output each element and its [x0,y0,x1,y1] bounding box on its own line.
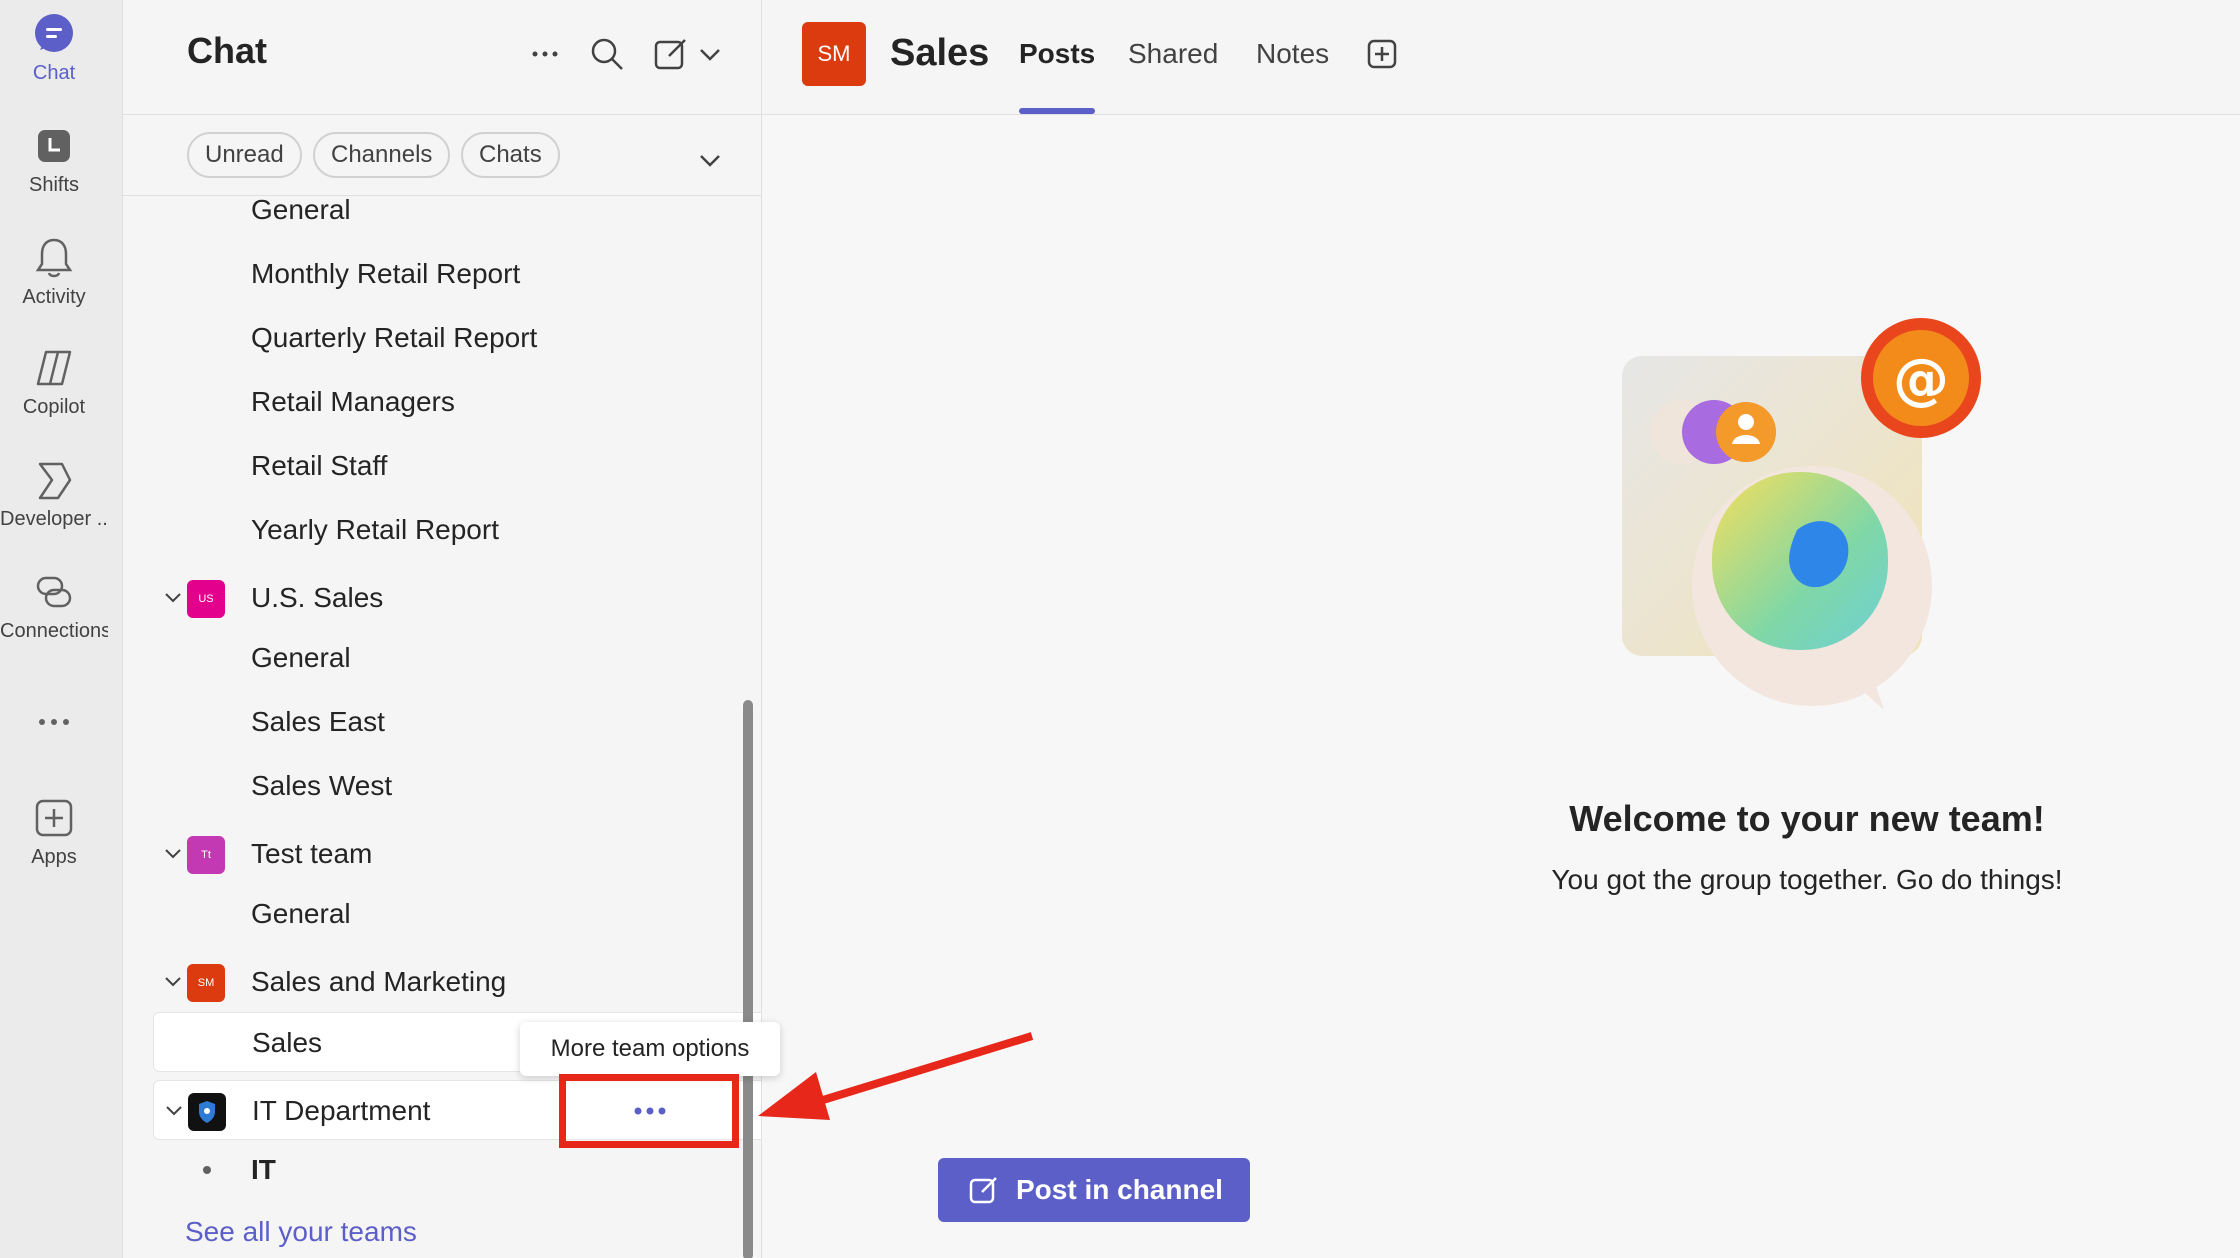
channel-name: Yearly Retail Report [251,514,499,545]
filter-expand-icon[interactable] [695,146,725,176]
active-tab-indicator [1019,108,1095,114]
pane-header: Chat [123,0,761,115]
channel-name: Sales [252,1027,323,1058]
compose-icon [969,1177,997,1204]
pane-title: Chat [187,30,267,71]
team-avatar [188,1093,226,1131]
tab-shared[interactable]: Shared [1128,38,1218,70]
channel-header: SM Sales Posts Shared Notes [762,0,2240,115]
filter-chats[interactable]: Chats [461,132,560,178]
channel-name: Sales West [251,770,393,801]
team-name: U.S. Sales [251,582,384,613]
rail-activity[interactable]: Activity [0,236,108,309]
channel-row[interactable]: Retail Managers [123,372,761,432]
chevron-down-icon[interactable] [161,586,185,610]
team-row-sales-marketing[interactable]: SM Sales and Marketing [123,952,761,1012]
rail-label-connections: Connections [0,620,108,642]
team-avatar: SM [187,964,225,1002]
search-icon[interactable] [587,34,627,74]
channel-name: IT [251,1154,276,1185]
filter-unread[interactable]: Unread [187,132,302,178]
rail-label-apps: Apps [31,846,77,868]
more-options-icon[interactable] [525,34,565,74]
annotation-arrow [758,1032,1034,1120]
channel-row[interactable]: IT [123,1140,761,1200]
chevron-down-icon[interactable] [161,842,185,866]
channel-name: Quarterly Retail Report [251,322,538,353]
channel-row[interactable]: General [123,884,761,944]
new-chat-icon[interactable] [651,34,691,74]
rail-shifts[interactable]: Shifts [0,124,108,197]
rail-label-copilot: Copilot [22,396,86,418]
scrollbar[interactable] [743,700,753,1258]
channel-name: Monthly Retail Report [251,258,521,289]
rail-label-chat: Chat [32,62,76,84]
channel-row[interactable]: Monthly Retail Report [123,244,761,304]
bell-icon [35,238,73,278]
chevron-down-icon[interactable] [695,34,725,74]
copilot-icon [36,350,72,386]
channel-title: Sales [890,32,990,74]
rail-apps[interactable]: Apps [0,796,108,869]
channel-name: General [251,194,351,225]
team-name: IT Department [252,1095,431,1126]
tab-posts[interactable]: Posts [1019,38,1095,70]
more-team-options-icon[interactable] [620,1096,680,1126]
chat-icon [35,14,73,52]
team-avatar: Tt [187,836,225,874]
rail-developer[interactable]: Developer ... [0,458,108,531]
channel-row[interactable]: General [123,628,761,688]
channel-row[interactable]: Retail Staff [123,436,761,496]
channel-row[interactable]: General [123,180,761,240]
see-all-teams-link[interactable]: See all your teams [185,1216,417,1248]
developer-icon [38,462,72,500]
channel-name: Retail Staff [251,450,388,481]
team-name: Sales and Marketing [251,966,507,997]
team-name: Test team [251,838,373,869]
channel-row[interactable]: Sales West [123,756,761,816]
team-avatar: SM [802,22,866,86]
welcome-illustration: @ [1622,318,1981,710]
rail-more[interactable] [0,700,108,744]
post-button-label: Post in channel [1016,1174,1223,1205]
post-in-channel-button[interactable]: Post in channel [938,1158,1250,1222]
channel-row[interactable]: Quarterly Retail Report [123,308,761,368]
rail-connections[interactable]: Connections [0,570,108,643]
app-rail: Chat Shifts Activity Copilot Developer .… [0,0,122,1258]
team-avatar: US [187,580,225,618]
channel-row[interactable]: Sales East [123,692,761,752]
add-tab-icon[interactable] [1366,38,1398,70]
unread-dot [203,1166,211,1174]
channel-name: Sales East [251,706,385,737]
rail-copilot[interactable]: Copilot [0,346,108,419]
team-row-us-sales[interactable]: US U.S. Sales [123,568,761,628]
filter-channels[interactable]: Channels [313,132,451,178]
apps-icon [35,799,73,837]
channel-name: General [251,898,351,929]
connections-icon [36,576,72,608]
shield-icon [199,1101,215,1123]
more-icon [39,719,69,725]
rail-chat[interactable]: Chat [0,12,108,85]
tab-notes[interactable]: Notes [1256,38,1329,70]
team-row-test-team[interactable]: Tt Test team [123,824,761,884]
channel-name: General [251,642,351,673]
rail-label-shifts: Shifts [28,174,80,196]
chevron-down-icon[interactable] [161,970,185,994]
chevron-down-icon[interactable] [162,1099,186,1123]
welcome-title: Welcome to your new team! [1569,798,2045,839]
rail-label-developer: Developer ... [0,508,108,530]
svg-text:@: @ [1893,347,1949,412]
rail-label-activity: Activity [22,286,86,308]
welcome-subtitle: You got the group together. Go do things… [1551,864,2063,895]
channel-row[interactable]: Yearly Retail Report [123,500,761,560]
shifts-icon [38,130,70,162]
channel-name: Retail Managers [251,386,455,417]
